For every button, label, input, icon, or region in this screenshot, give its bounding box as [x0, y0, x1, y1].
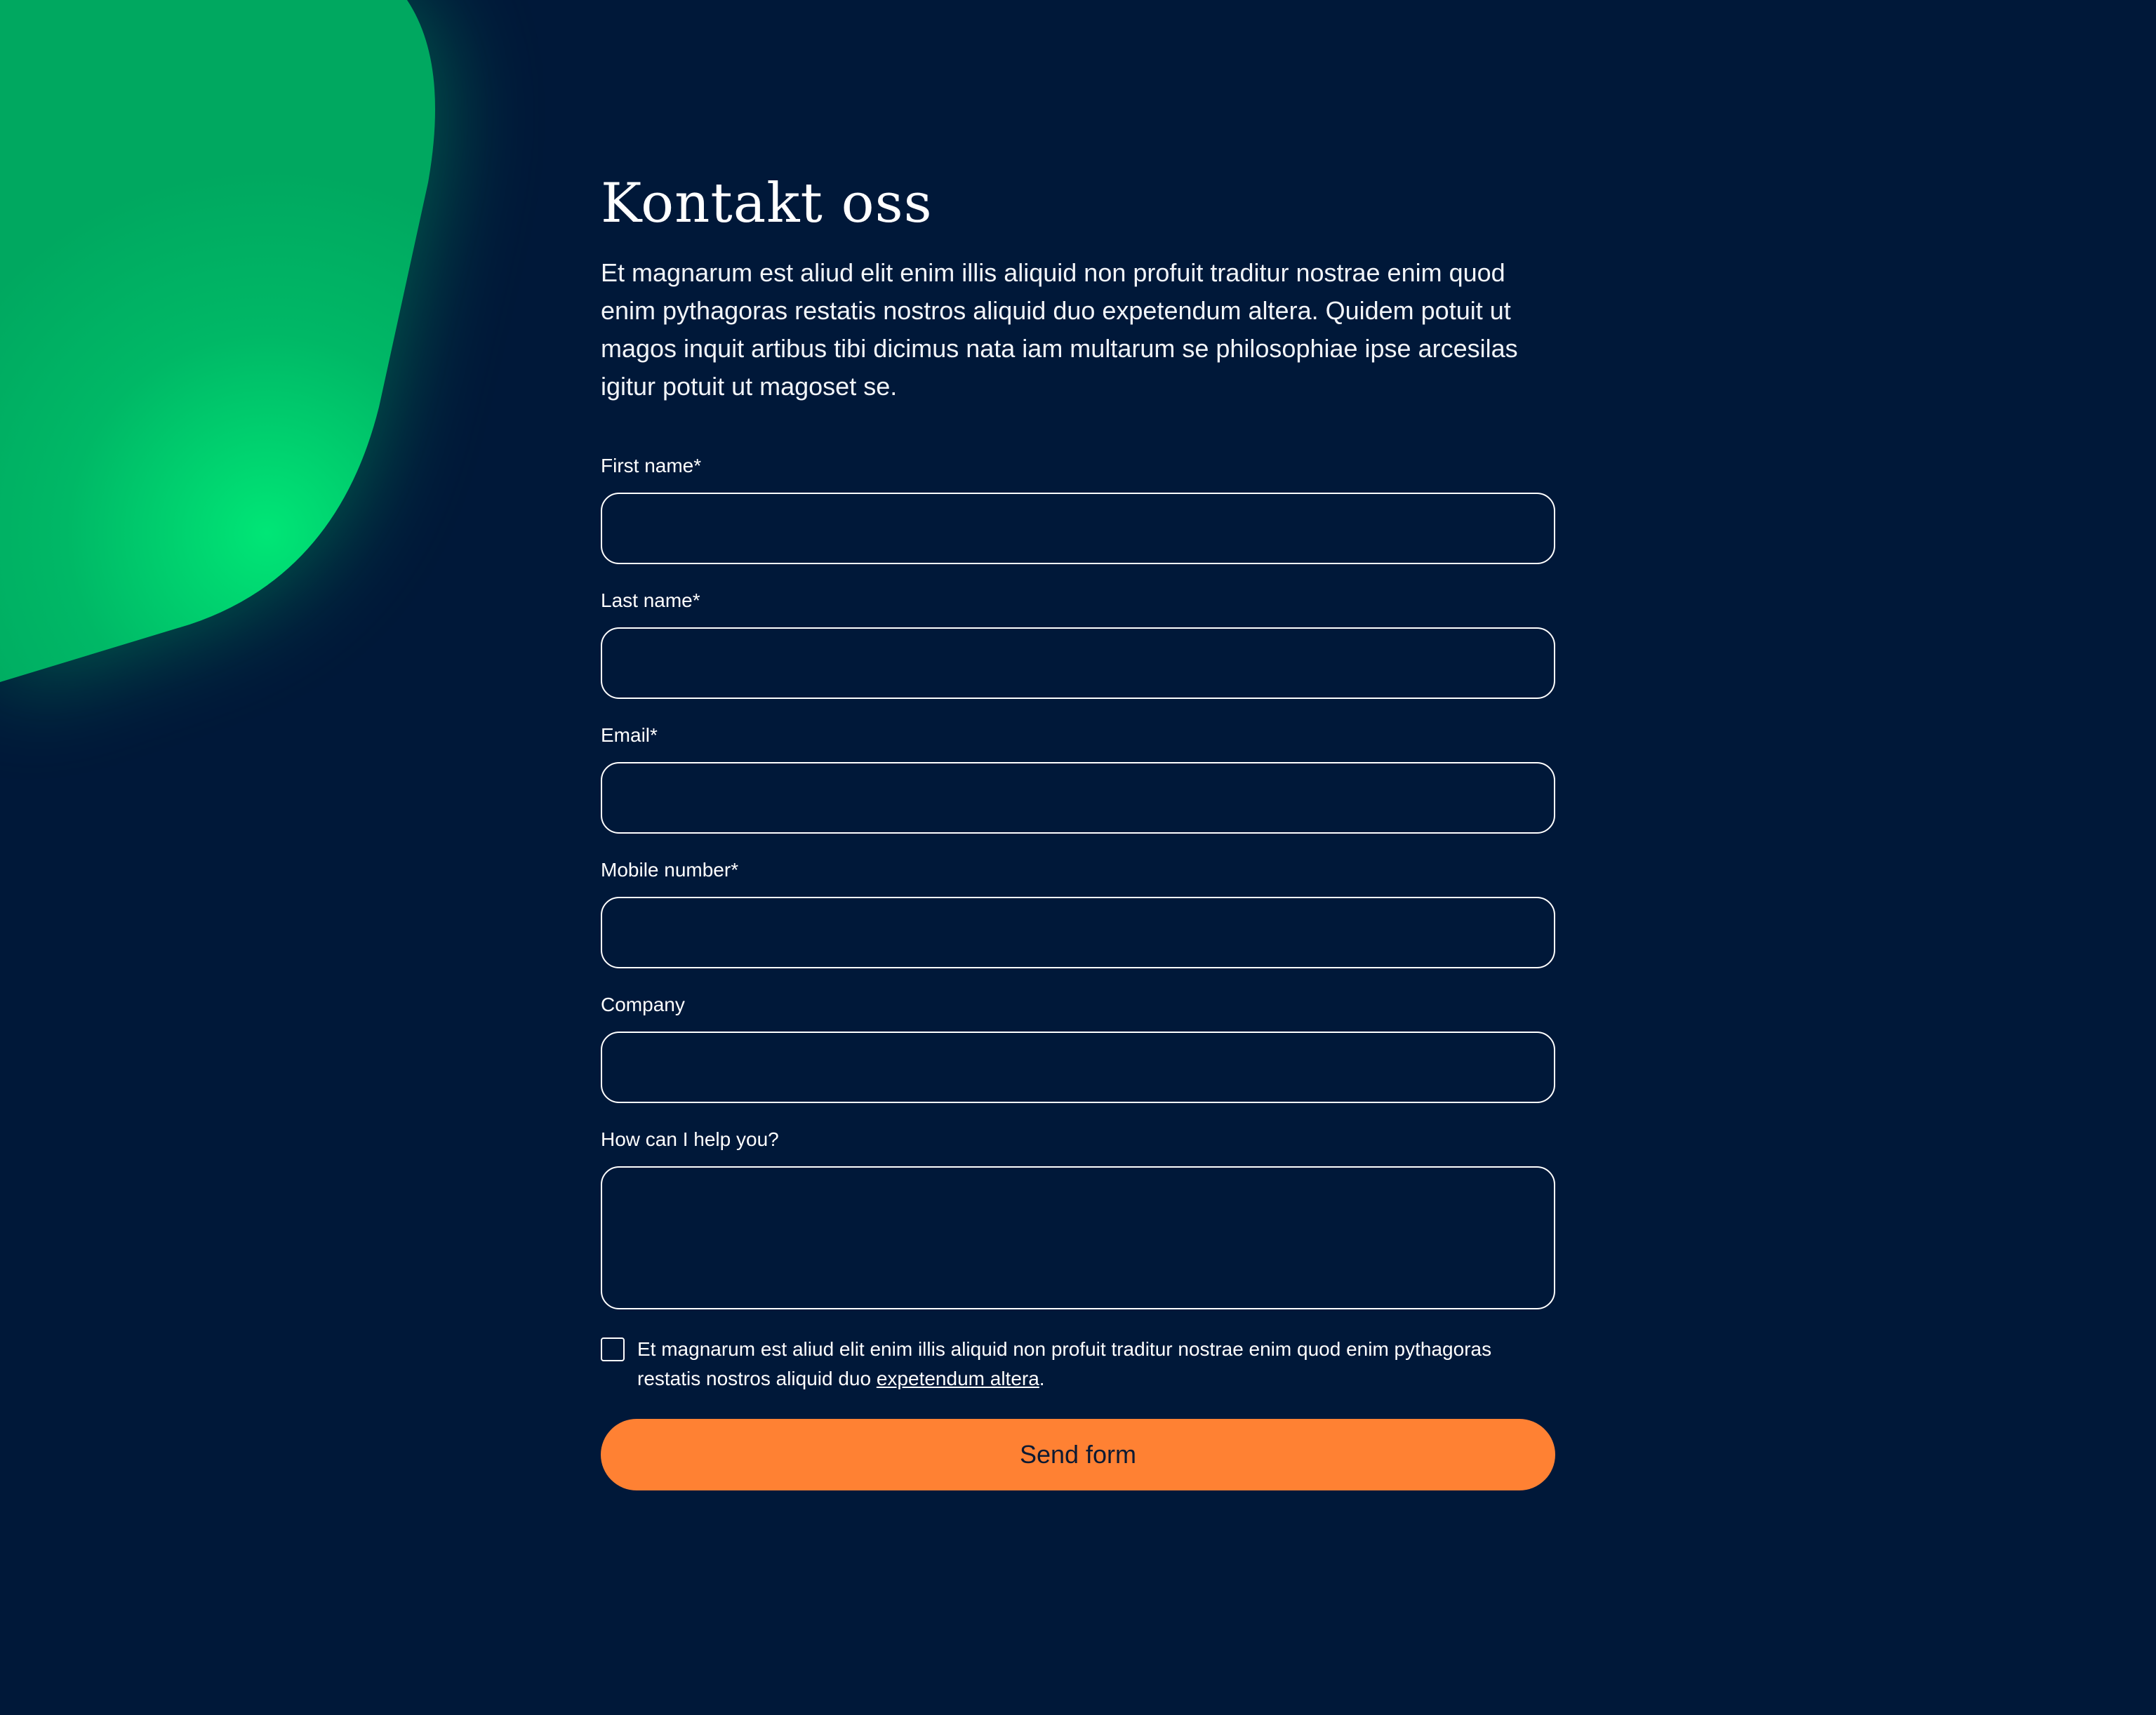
mobile-label: Mobile number*: [601, 859, 739, 881]
consent-text: Et magnarum est aliud elit enim illis al…: [637, 1335, 1550, 1394]
first-name-input[interactable]: [601, 493, 1555, 564]
contact-form: First name* Last name* Email* Mobile num…: [601, 455, 1555, 1490]
consent-row: Et magnarum est aliud elit enim illis al…: [601, 1335, 1555, 1394]
last-name-input[interactable]: [601, 627, 1555, 699]
page-title: Kontakt oss: [601, 172, 933, 235]
message-textarea[interactable]: [601, 1166, 1555, 1309]
contact-section: Kontakt oss Et magnarum est aliud elit e…: [601, 168, 1555, 1490]
mobile-field: Mobile number*: [601, 859, 1555, 968]
message-field: How can I help you?: [601, 1128, 1555, 1309]
email-label: Email*: [601, 724, 658, 746]
company-label: Company: [601, 994, 685, 1015]
send-form-button[interactable]: Send form: [601, 1419, 1555, 1490]
consent-link[interactable]: expetendum altera: [877, 1368, 1039, 1389]
consent-text-before: Et magnarum est aliud elit enim illis al…: [637, 1338, 1492, 1389]
mobile-input[interactable]: [601, 897, 1555, 968]
first-name-field: First name*: [601, 455, 1555, 564]
consent-checkbox[interactable]: [601, 1337, 625, 1361]
intro-text: Et magnarum est aliud elit enim illis al…: [601, 258, 1518, 401]
email-field: Email*: [601, 724, 1555, 834]
message-label: How can I help you?: [601, 1128, 779, 1150]
last-name-field: Last name*: [601, 589, 1555, 699]
consent-text-after: .: [1039, 1368, 1045, 1389]
last-name-label: Last name*: [601, 589, 700, 611]
first-name-label: First name*: [601, 455, 702, 476]
company-field: Company: [601, 994, 1555, 1103]
email-input[interactable]: [601, 762, 1555, 834]
company-input[interactable]: [601, 1032, 1555, 1103]
